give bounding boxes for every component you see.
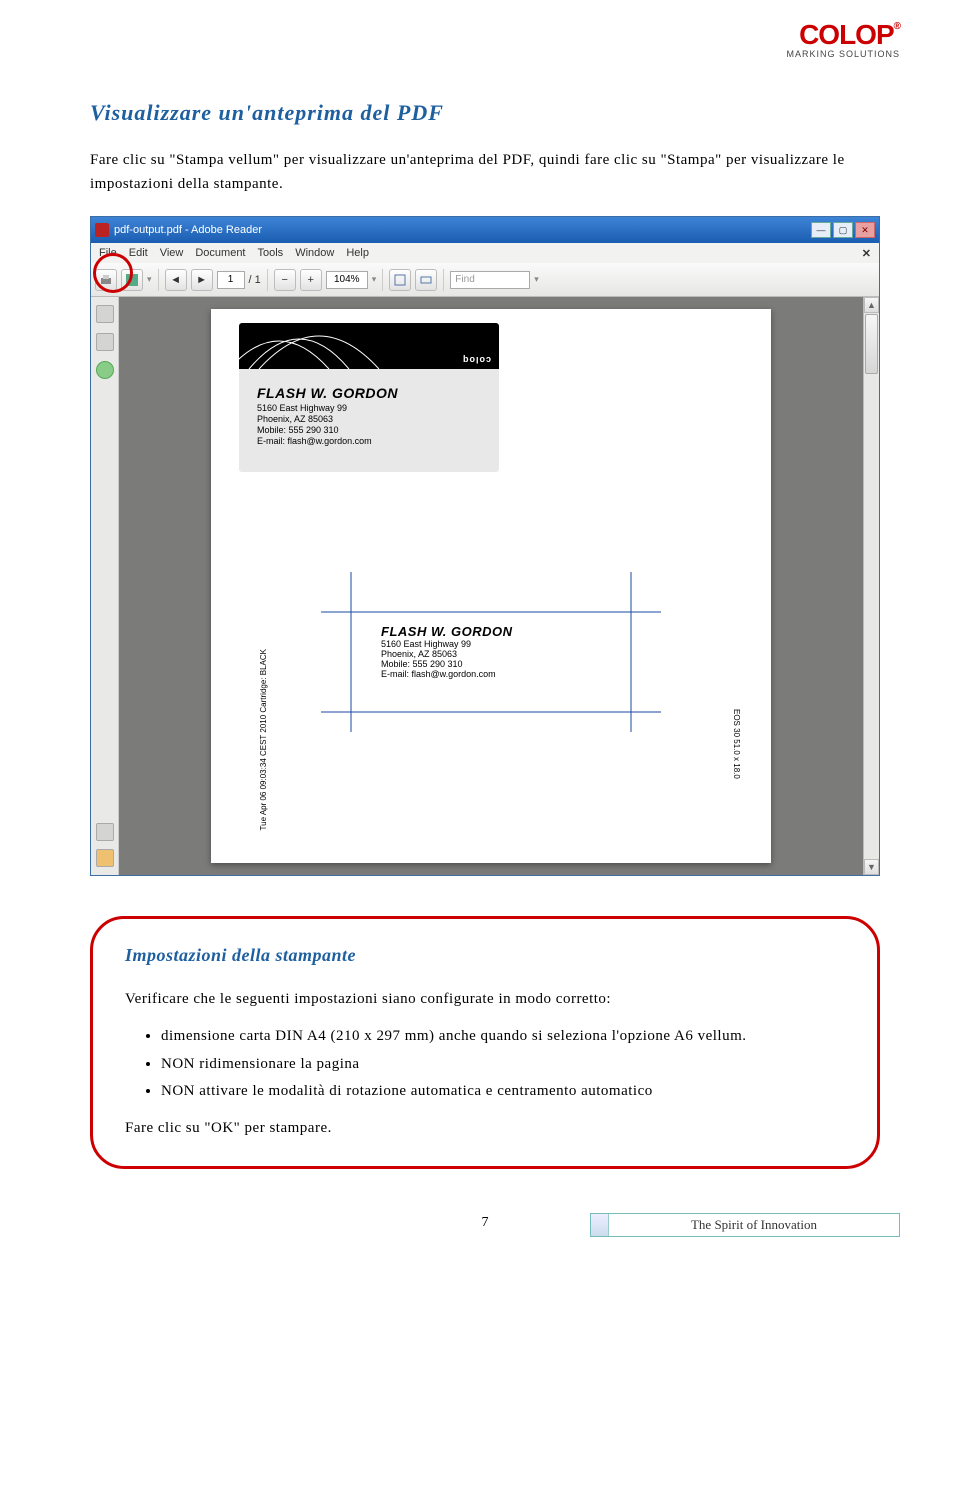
zoom-input[interactable] (326, 271, 368, 289)
fit-page-icon[interactable] (389, 269, 411, 291)
help-icon[interactable] (96, 361, 114, 379)
minimize-button[interactable]: — (811, 222, 831, 238)
app-icon (95, 223, 109, 237)
stamp2-line1: 5160 East Highway 99 (381, 639, 601, 649)
pdf-page: Tue Apr 06 09:03:34 CEST 2010 Cartridge:… (211, 309, 771, 863)
fit-width-icon[interactable] (415, 269, 437, 291)
adobe-reader-window: pdf-output.pdf - Adobe Reader — ▢ ✕ File… (90, 216, 880, 876)
menu-window[interactable]: Window (295, 247, 334, 259)
bookmarks-panel-icon[interactable] (96, 333, 114, 351)
stamp2-line3: Mobile: 555 290 310 (381, 659, 601, 669)
bullet-1: dimensione carta DIN A4 (210 x 297 mm) a… (161, 1025, 845, 1048)
menu-help[interactable]: Help (346, 247, 369, 259)
window-title: pdf-output.pdf - Adobe Reader (114, 224, 262, 236)
stamp1-line1: 5160 East Highway 99 (257, 403, 481, 414)
toolbar: ▾ ◄ ► / 1 − + ▾ ▾ (91, 263, 879, 297)
footer-knob (591, 1214, 609, 1236)
stamp-imprint-1: coloq FLASH W. GORDON 5160 East Highway … (239, 323, 499, 472)
stamp-imprint-2-area: FLASH W. GORDON 5160 East Highway 99 Pho… (211, 562, 771, 742)
brand-tagline: MARKING SOLUTIONS (786, 49, 900, 59)
side-panel (91, 297, 119, 875)
stamp2-name: FLASH W. GORDON (381, 624, 601, 639)
bullet-3: NON attivare le modalità di rotazione au… (161, 1080, 845, 1103)
page-number-input[interactable] (217, 271, 245, 289)
printer-settings-callout: Impostazioni della stampante Verificare … (90, 916, 880, 1169)
page-footer: 7 The Spirit of Innovation (90, 1215, 880, 1231)
page-total: / 1 (249, 274, 261, 286)
menu-document[interactable]: Document (195, 247, 245, 259)
callout-bullet-list: dimensione carta DIN A4 (210 x 297 mm) a… (161, 1025, 845, 1103)
stamp1-line4: E-mail: flash@w.gordon.com (257, 436, 481, 447)
callout-intro: Verificare che le seguenti impostazioni … (125, 988, 845, 1011)
callout-heading: Impostazioni della stampante (125, 945, 845, 966)
next-page-icon[interactable]: ► (191, 269, 213, 291)
scroll-down-icon[interactable]: ▼ (864, 859, 879, 875)
stamp-brand-mark: coloq (462, 355, 491, 365)
stamp1-line3: Mobile: 555 290 310 (257, 425, 481, 436)
close-doc-icon[interactable]: ✕ (862, 247, 871, 260)
section-heading: Visualizzare un'anteprima del PDF (90, 100, 880, 126)
page-viewport[interactable]: Tue Apr 06 09:03:34 CEST 2010 Cartridge:… (119, 297, 863, 875)
find-input[interactable] (450, 271, 530, 289)
brand-text: COLOP (799, 19, 894, 50)
attachments-icon[interactable] (96, 823, 114, 841)
print-icon[interactable] (95, 269, 117, 291)
zoom-out-icon[interactable]: − (274, 269, 296, 291)
registered-mark: ® (894, 21, 900, 32)
stamp2-line2: Phoenix, AZ 85063 (381, 649, 601, 659)
stamp1-line2: Phoenix, AZ 85063 (257, 414, 481, 425)
scroll-up-icon[interactable]: ▲ (864, 297, 879, 313)
menu-edit[interactable]: Edit (129, 247, 148, 259)
stamp2-line4: E-mail: flash@w.gordon.com (381, 669, 601, 679)
close-button[interactable]: ✕ (855, 222, 875, 238)
bullet-2: NON ridimensionare la pagina (161, 1053, 845, 1076)
intro-paragraph: Fare clic su "Stampa vellum" per visuali… (90, 148, 880, 196)
maximize-button[interactable]: ▢ (833, 222, 853, 238)
brand-logo: COLOP® MARKING SOLUTIONS (786, 22, 900, 59)
save-icon[interactable] (121, 269, 143, 291)
zoom-in-icon[interactable]: + (300, 269, 322, 291)
menu-tools[interactable]: Tools (258, 247, 284, 259)
window-titlebar: pdf-output.pdf - Adobe Reader — ▢ ✕ (91, 217, 879, 243)
vertical-scrollbar[interactable]: ▲ ▼ (863, 297, 879, 875)
menu-file[interactable]: File (99, 247, 117, 259)
prev-page-icon[interactable]: ◄ (165, 269, 187, 291)
callout-outro: Fare clic su "OK" per stampare. (125, 1117, 845, 1140)
stamp1-name: FLASH W. GORDON (257, 385, 481, 403)
menu-view[interactable]: View (160, 247, 184, 259)
comments-icon[interactable] (96, 849, 114, 867)
scroll-thumb[interactable] (865, 314, 878, 374)
pages-panel-icon[interactable] (96, 305, 114, 323)
footer-slogan-bar: The Spirit of Innovation (590, 1213, 900, 1237)
footer-slogan: The Spirit of Innovation (609, 1214, 899, 1236)
menu-bar: File Edit View Document Tools Window Hel… (91, 243, 879, 263)
